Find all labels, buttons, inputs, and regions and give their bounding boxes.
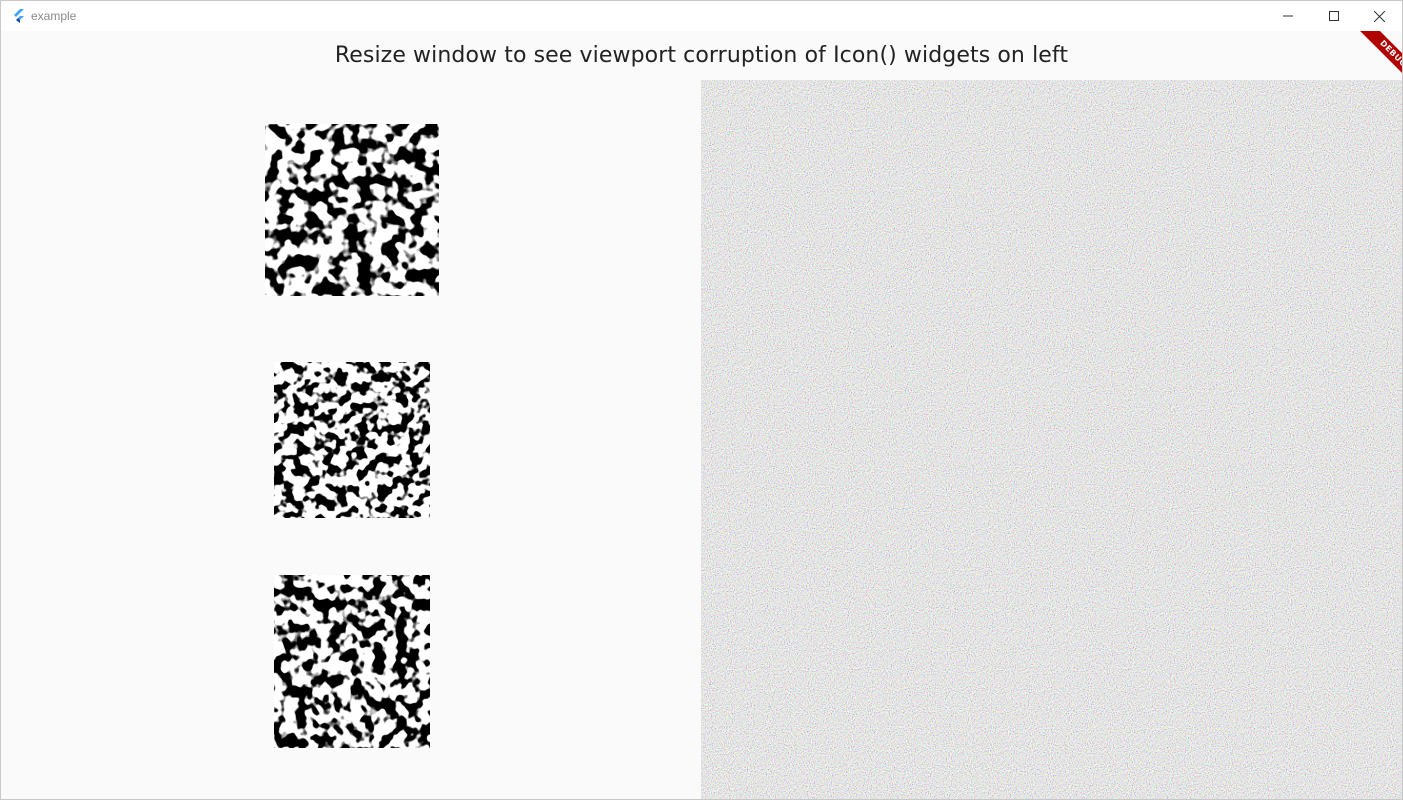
- maximize-icon: [1329, 11, 1339, 21]
- minimize-icon: [1283, 11, 1293, 21]
- window-title: example: [31, 9, 77, 23]
- noise-pattern-icon: [265, 124, 439, 296]
- app-window: example Resize window to see viewport co…: [0, 0, 1403, 800]
- noise-viewport: [701, 80, 1402, 799]
- title-bar[interactable]: example: [1, 1, 1402, 31]
- close-button[interactable]: [1356, 1, 1402, 31]
- app-content: Resize window to see viewport corruption…: [1, 31, 1402, 799]
- page-title: Resize window to see viewport corruption…: [334, 43, 1069, 68]
- flutter-logo-icon: [11, 8, 27, 24]
- minimize-button[interactable]: [1265, 1, 1311, 31]
- maximize-button[interactable]: [1311, 1, 1357, 31]
- debug-label: DEBUG: [1356, 31, 1402, 91]
- icon-column: [1, 80, 701, 799]
- noise-pattern-icon: [274, 575, 430, 748]
- close-icon: [1373, 10, 1385, 22]
- debug-banner: DEBUG: [1342, 31, 1402, 91]
- noise-pattern-icon: [274, 362, 430, 518]
